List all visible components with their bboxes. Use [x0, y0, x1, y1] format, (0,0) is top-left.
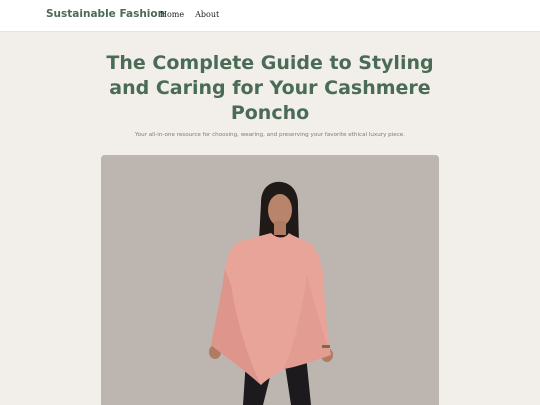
top-navigation-bar: Sustainable Fashion Home About: [0, 0, 540, 32]
bracelet: [322, 345, 330, 348]
nav-link-about[interactable]: About: [195, 10, 219, 19]
poncho-model-illustration: [101, 155, 439, 405]
hero-image: [101, 155, 439, 405]
page-title: The Complete Guide to Styling and Caring…: [106, 52, 434, 124]
page-subtitle: Your all-in-one resource for choosing, w…: [134, 132, 406, 138]
nav-link-home[interactable]: Home: [160, 10, 184, 19]
main-nav: Home About: [160, 10, 219, 19]
brand-logo-link[interactable]: Sustainable Fashion: [46, 8, 165, 20]
model-neck: [274, 221, 286, 235]
